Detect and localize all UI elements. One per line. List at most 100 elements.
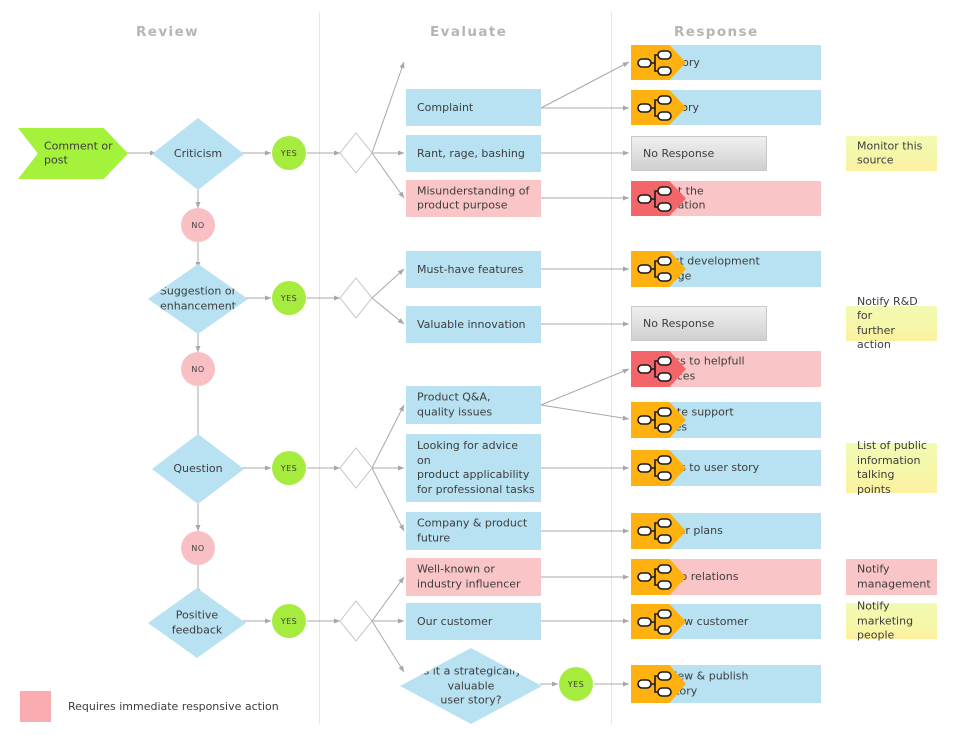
evaluate-box-well-known-influencer[interactable]: Well-known or industry influencer (406, 558, 541, 596)
no-label: NO (191, 543, 205, 553)
evaluate-box-must-have-features[interactable]: Must-have features (406, 251, 541, 288)
yes-node-suggestion[interactable]: YES (272, 281, 306, 315)
evaluate-box-label: Must-have features (417, 262, 524, 276)
split-node-1 (339, 132, 373, 174)
evaluate-box-label: Our customer (417, 614, 493, 628)
evaluate-box-label: Valuable innovation (417, 317, 526, 331)
response-box-brief-story[interactable]: Brief story (631, 90, 821, 125)
share-network-icon (637, 671, 672, 697)
yes-label: YES (280, 463, 298, 473)
evaluate-box-label: Product Q&A, quality issues (417, 390, 493, 419)
response-box-no-response-2[interactable]: No Response (631, 306, 767, 341)
evaluate-box-rant-rage-bashing[interactable]: Rant, rage, bashing (406, 135, 541, 172)
no-node-criticism[interactable]: NO (181, 208, 215, 242)
no-label: NO (191, 364, 205, 374)
response-box-no-response-1[interactable]: No Response (631, 136, 767, 171)
response-box-label: No Response (643, 316, 715, 330)
evaluate-box-company-product-future[interactable]: Company & product future (406, 512, 541, 550)
response-box-product-development-message[interactable]: Product development message (631, 251, 821, 287)
action-tag[interactable] (631, 513, 686, 549)
response-box-address-to-user-story[interactable]: Address to user story (631, 450, 821, 486)
evaluate-box-label: Complaint (417, 100, 474, 114)
start-node-label: Comment or post (44, 139, 113, 167)
yes-label: YES (280, 616, 298, 626)
share-network-icon (637, 564, 672, 590)
note-notify-marketing-people[interactable]: Notify marketing people (846, 599, 937, 641)
split-node-2 (339, 277, 373, 319)
decision-positive-feedback-label: Positive feedback (171, 608, 223, 637)
note-label: List of public information talking point… (857, 439, 927, 496)
note-label: Notify management (857, 562, 931, 591)
decision-criticism[interactable]: Criticism (152, 118, 244, 190)
yes-label: YES (280, 293, 298, 303)
response-box-address-to-helpfull-resources[interactable]: Address to helpfull resources (631, 351, 821, 387)
yes-node-positive-feedback[interactable]: YES (272, 604, 306, 638)
decision-strategic-label: Is it a strategically valuable user stor… (420, 664, 522, 707)
share-network-icon (637, 356, 672, 382)
no-label: NO (191, 220, 205, 230)
evaluate-box-label: Rant, rage, bashing (417, 146, 525, 160)
evaluate-box-complaint[interactable]: Complaint (406, 89, 541, 126)
response-box-label: No Response (643, 146, 715, 160)
response-box-interview-publish-user-story[interactable]: Interview & publish user story (631, 665, 821, 703)
share-network-icon (637, 185, 672, 212)
action-tag[interactable] (631, 45, 686, 80)
decision-criticism-label: Criticism (173, 146, 223, 160)
share-network-icon (637, 407, 672, 433)
flowchart-canvas: Review Evaluate Response Comment or post… (0, 0, 963, 735)
response-box-discover-plans[interactable]: Discover plans (631, 513, 821, 549)
start-node-comment-or-post[interactable]: Comment or post (18, 128, 128, 179)
evaluate-box-label: Well-known or industry influencer (417, 562, 521, 591)
no-node-suggestion[interactable]: NO (181, 352, 215, 386)
legend-label: Requires immediate responsive action (68, 700, 279, 713)
share-network-icon (637, 256, 672, 282)
note-label: Notify marketing people (857, 599, 914, 642)
no-node-question[interactable]: NO (181, 531, 215, 565)
lane-divider-1 (319, 12, 320, 724)
action-tag[interactable] (631, 450, 686, 486)
evaluate-box-label: Looking for advice on product applicabil… (417, 439, 535, 496)
decision-positive-feedback[interactable]: Positive feedback (148, 588, 246, 658)
share-network-icon (637, 455, 672, 481)
yes-node-criticism[interactable]: YES (272, 136, 306, 170)
decision-suggestion-or-enhancement[interactable]: Suggestion or enhancement (148, 264, 248, 334)
action-tag[interactable] (631, 559, 686, 595)
response-box-develop-relations[interactable]: Develop relations (631, 559, 821, 595)
yes-node-strategic[interactable]: YES (559, 667, 593, 701)
yes-label: YES (280, 148, 298, 158)
evaluate-box-label: Company & product future (417, 516, 528, 545)
yes-node-question[interactable]: YES (272, 451, 306, 485)
evaluate-box-misunderstanding[interactable]: Misunderstanding of product purpose (406, 180, 541, 217)
decision-question-label: Question (173, 461, 223, 475)
note-monitor-this-source[interactable]: Monitor this source (846, 136, 937, 171)
split-node-4 (339, 600, 373, 642)
action-tag[interactable] (631, 604, 686, 639)
lane-divider-2 (611, 12, 612, 724)
note-notify-rd[interactable]: Notify R&D for further action (846, 295, 937, 351)
lane-title-review: Review (136, 24, 200, 40)
response-box-long-story[interactable]: Long story (631, 45, 821, 80)
evaluate-box-label: Misunderstanding of product purpose (417, 184, 530, 212)
note-label: Monitor this source (857, 139, 923, 167)
response-box-promote-support-services[interactable]: Promote support services (631, 402, 821, 438)
legend-swatch (20, 691, 51, 722)
evaluate-box-looking-for-advice[interactable]: Looking for advice on product applicabil… (406, 434, 541, 502)
evaluate-box-our-customer[interactable]: Our customer (406, 603, 541, 640)
evaluate-box-product-qa[interactable]: Product Q&A, quality issues (406, 386, 541, 424)
decision-suggestion-label: Suggestion or enhancement (159, 284, 237, 313)
yes-label: YES (567, 679, 585, 689)
decision-question[interactable]: Question (152, 434, 244, 504)
share-network-icon (637, 49, 672, 76)
note-notify-management[interactable]: Notify management (846, 559, 937, 595)
share-network-icon (637, 94, 672, 121)
action-tag[interactable] (631, 90, 686, 125)
evaluate-box-valuable-innovation[interactable]: Valuable innovation (406, 306, 541, 343)
lane-title-evaluate: Evaluate (430, 24, 508, 40)
response-box-interview-customer[interactable]: Interview customer (631, 604, 821, 639)
decision-strategically-valuable-user-story[interactable]: Is it a strategically valuable user stor… (400, 648, 542, 724)
note-label: Notify R&D for further action (857, 294, 918, 352)
response-box-correct-the-information[interactable]: Correct the information (631, 181, 821, 216)
share-network-icon (637, 608, 672, 635)
note-list-of-public-information[interactable]: List of public information talking point… (846, 439, 937, 496)
lane-title-response: Response (674, 24, 759, 40)
